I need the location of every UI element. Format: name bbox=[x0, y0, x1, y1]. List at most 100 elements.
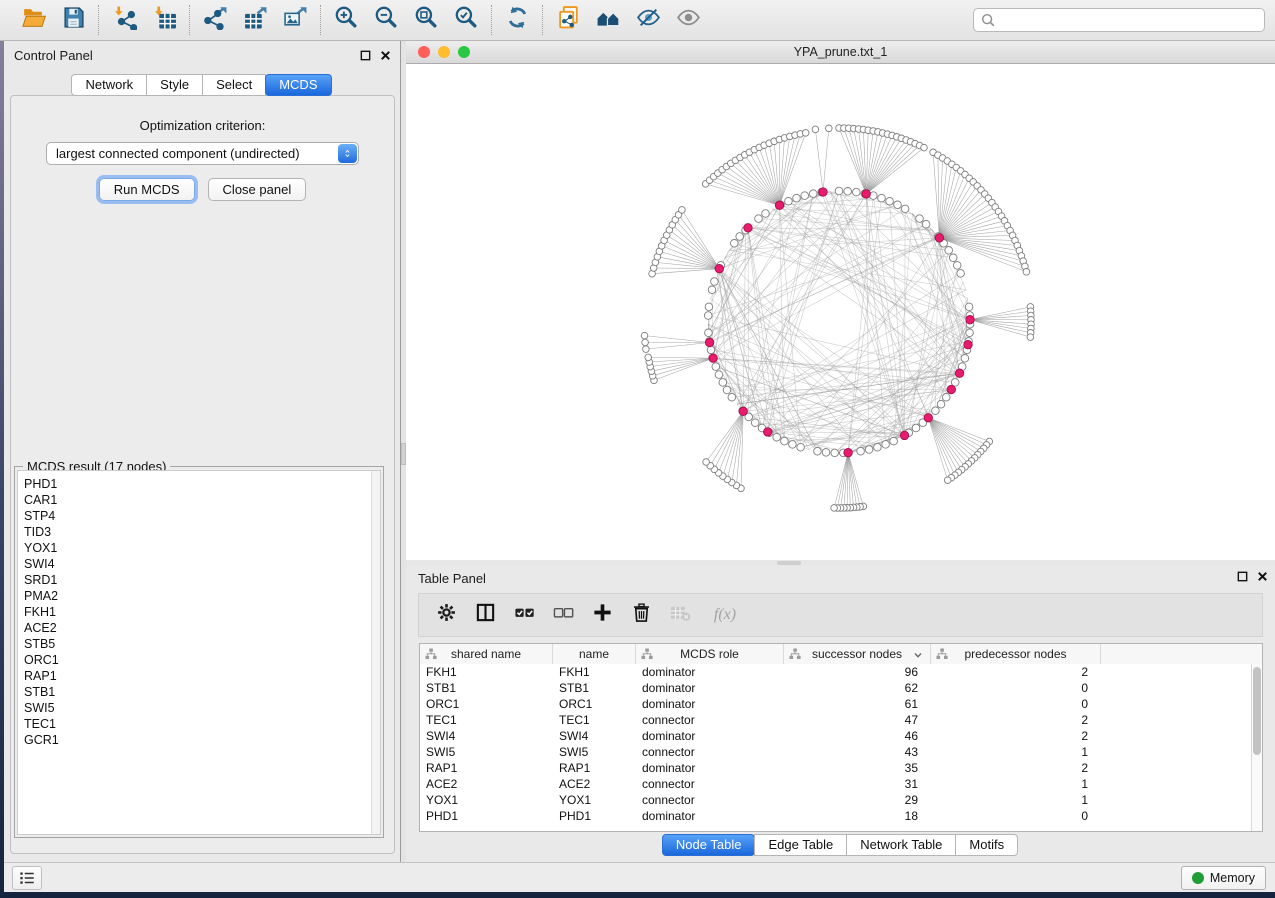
cell-shared-name[interactable]: ORC1 bbox=[420, 696, 553, 712]
toggle-columns-button[interactable] bbox=[474, 604, 496, 626]
close-traffic-light[interactable] bbox=[418, 46, 430, 58]
tab-node-table[interactable]: Node Table bbox=[662, 834, 756, 856]
cell-successor-nodes[interactable]: 46 bbox=[784, 728, 931, 744]
cell-successor-nodes[interactable]: 96 bbox=[784, 664, 931, 680]
result-node-item[interactable]: YOX1 bbox=[24, 540, 380, 556]
table-row[interactable]: RAP1RAP1dominator352 bbox=[420, 760, 1262, 776]
table-row[interactable]: YOX1YOX1connector291 bbox=[420, 792, 1262, 808]
cell-MCDS-role[interactable]: dominator bbox=[636, 808, 784, 824]
task-history-button[interactable] bbox=[12, 866, 42, 890]
cell-MCDS-role[interactable]: dominator bbox=[636, 696, 784, 712]
cell-predecessor-nodes[interactable]: 0 bbox=[931, 696, 1101, 712]
cell-name[interactable]: SWI4 bbox=[553, 728, 636, 744]
node-table[interactable]: shared namenameMCDS rolesuccessor nodesp… bbox=[419, 643, 1263, 832]
splitter-grip[interactable] bbox=[777, 561, 801, 565]
table-row[interactable]: STB1STB1dominator620 bbox=[420, 680, 1262, 696]
result-scrollbar[interactable] bbox=[371, 471, 380, 834]
cell-shared-name[interactable]: STB1 bbox=[420, 680, 553, 696]
cell-MCDS-role[interactable]: connector bbox=[636, 712, 784, 728]
minimize-traffic-light[interactable] bbox=[438, 46, 450, 58]
search-input[interactable] bbox=[1000, 13, 1258, 27]
scrollbar-thumb[interactable] bbox=[1253, 667, 1261, 755]
zoom-out-button[interactable] bbox=[371, 5, 401, 35]
table-row[interactable]: SWI4SWI4dominator462 bbox=[420, 728, 1262, 744]
cell-MCDS-role[interactable]: dominator bbox=[636, 760, 784, 776]
cell-shared-name[interactable]: TEC1 bbox=[420, 712, 553, 728]
cell-predecessor-nodes[interactable]: 1 bbox=[931, 792, 1101, 808]
import-network-button[interactable] bbox=[109, 5, 139, 35]
cell-successor-nodes[interactable]: 18 bbox=[784, 808, 931, 824]
cell-shared-name[interactable]: RAP1 bbox=[420, 760, 553, 776]
result-node-item[interactable]: TEC1 bbox=[24, 716, 380, 732]
tab-network[interactable]: Network bbox=[71, 74, 147, 96]
result-node-item[interactable]: TID3 bbox=[24, 524, 380, 540]
column-header-MCDS-role[interactable]: MCDS role bbox=[636, 644, 784, 664]
result-node-item[interactable]: STB5 bbox=[24, 636, 380, 652]
cell-name[interactable]: RAP1 bbox=[553, 760, 636, 776]
result-node-item[interactable]: STB1 bbox=[24, 684, 380, 700]
cell-successor-nodes[interactable]: 31 bbox=[784, 776, 931, 792]
result-node-item[interactable]: PMA2 bbox=[24, 588, 380, 604]
column-header-name[interactable]: name bbox=[553, 644, 636, 664]
cell-MCDS-role[interactable]: dominator bbox=[636, 728, 784, 744]
cell-successor-nodes[interactable]: 43 bbox=[784, 744, 931, 760]
add-column-button[interactable] bbox=[591, 604, 613, 626]
cell-MCDS-role[interactable]: connector bbox=[636, 744, 784, 760]
table-row[interactable]: SWI5SWI5connector431 bbox=[420, 744, 1262, 760]
cell-predecessor-nodes[interactable]: 2 bbox=[931, 712, 1101, 728]
result-node-item[interactable]: SRD1 bbox=[24, 572, 380, 588]
cell-shared-name[interactable]: SWI4 bbox=[420, 728, 553, 744]
tab-network-table[interactable]: Network Table bbox=[846, 834, 956, 856]
network-canvas[interactable] bbox=[406, 64, 1275, 560]
cell-name[interactable]: PHD1 bbox=[553, 808, 636, 824]
zoom-in-button[interactable] bbox=[331, 5, 361, 35]
delete-columns-button[interactable] bbox=[630, 604, 652, 626]
cell-predecessor-nodes[interactable]: 2 bbox=[931, 760, 1101, 776]
cell-predecessor-nodes[interactable]: 2 bbox=[931, 728, 1101, 744]
cell-shared-name[interactable]: YOX1 bbox=[420, 792, 553, 808]
cell-predecessor-nodes[interactable]: 1 bbox=[931, 776, 1101, 792]
table-row[interactable]: FKH1FKH1dominator962 bbox=[420, 664, 1262, 680]
table-row[interactable]: PHD1PHD1dominator180 bbox=[420, 808, 1262, 824]
cell-successor-nodes[interactable]: 29 bbox=[784, 792, 931, 808]
float-window-icon[interactable] bbox=[1236, 570, 1249, 588]
run-mcds-button[interactable]: Run MCDS bbox=[99, 178, 195, 201]
zoom-fit-button[interactable] bbox=[411, 5, 441, 35]
column-header-predecessor-nodes[interactable]: predecessor nodes bbox=[931, 644, 1101, 664]
select-all-rows-button[interactable] bbox=[513, 604, 535, 626]
cell-predecessor-nodes[interactable]: 0 bbox=[931, 808, 1101, 824]
cell-successor-nodes[interactable]: 62 bbox=[784, 680, 931, 696]
cell-successor-nodes[interactable]: 61 bbox=[784, 696, 931, 712]
network-graph[interactable] bbox=[406, 64, 1275, 560]
show-all-network-windows-button[interactable] bbox=[593, 5, 623, 35]
table-scrollbar[interactable] bbox=[1251, 664, 1262, 831]
cell-name[interactable]: FKH1 bbox=[553, 664, 636, 680]
column-header-shared-name[interactable]: shared name bbox=[420, 644, 553, 664]
cell-predecessor-nodes[interactable]: 0 bbox=[931, 680, 1101, 696]
close-panel-button[interactable]: Close panel bbox=[208, 178, 307, 201]
result-node-item[interactable]: SWI5 bbox=[24, 700, 380, 716]
cell-MCDS-role[interactable]: dominator bbox=[636, 680, 784, 696]
cell-predecessor-nodes[interactable]: 1 bbox=[931, 744, 1101, 760]
cell-shared-name[interactable]: SWI5 bbox=[420, 744, 553, 760]
cell-MCDS-role[interactable]: connector bbox=[636, 792, 784, 808]
cell-shared-name[interactable]: FKH1 bbox=[420, 664, 553, 680]
show-panels-button[interactable] bbox=[673, 5, 703, 35]
result-node-item[interactable]: CAR1 bbox=[24, 492, 380, 508]
cell-name[interactable]: YOX1 bbox=[553, 792, 636, 808]
tab-style[interactable]: Style bbox=[146, 74, 203, 96]
cell-shared-name[interactable]: ACE2 bbox=[420, 776, 553, 792]
table-row[interactable]: ACE2ACE2connector311 bbox=[420, 776, 1262, 792]
result-node-item[interactable]: STP4 bbox=[24, 508, 380, 524]
table-row[interactable]: ORC1ORC1dominator610 bbox=[420, 696, 1262, 712]
import-table-button[interactable] bbox=[149, 5, 179, 35]
export-image-button[interactable] bbox=[280, 5, 310, 35]
cell-successor-nodes[interactable]: 35 bbox=[784, 760, 931, 776]
refresh-network-button[interactable] bbox=[502, 5, 532, 35]
export-table-button[interactable] bbox=[240, 5, 270, 35]
result-node-item[interactable]: ORC1 bbox=[24, 652, 380, 668]
close-icon[interactable] bbox=[379, 49, 392, 67]
table-row[interactable]: TEC1TEC1connector472 bbox=[420, 712, 1262, 728]
table-settings-gear-button[interactable] bbox=[435, 604, 457, 626]
mcds-result-list[interactable]: PHD1CAR1STP4TID3YOX1SWI4SRD1PMA2FKH1ACE2… bbox=[18, 471, 380, 748]
